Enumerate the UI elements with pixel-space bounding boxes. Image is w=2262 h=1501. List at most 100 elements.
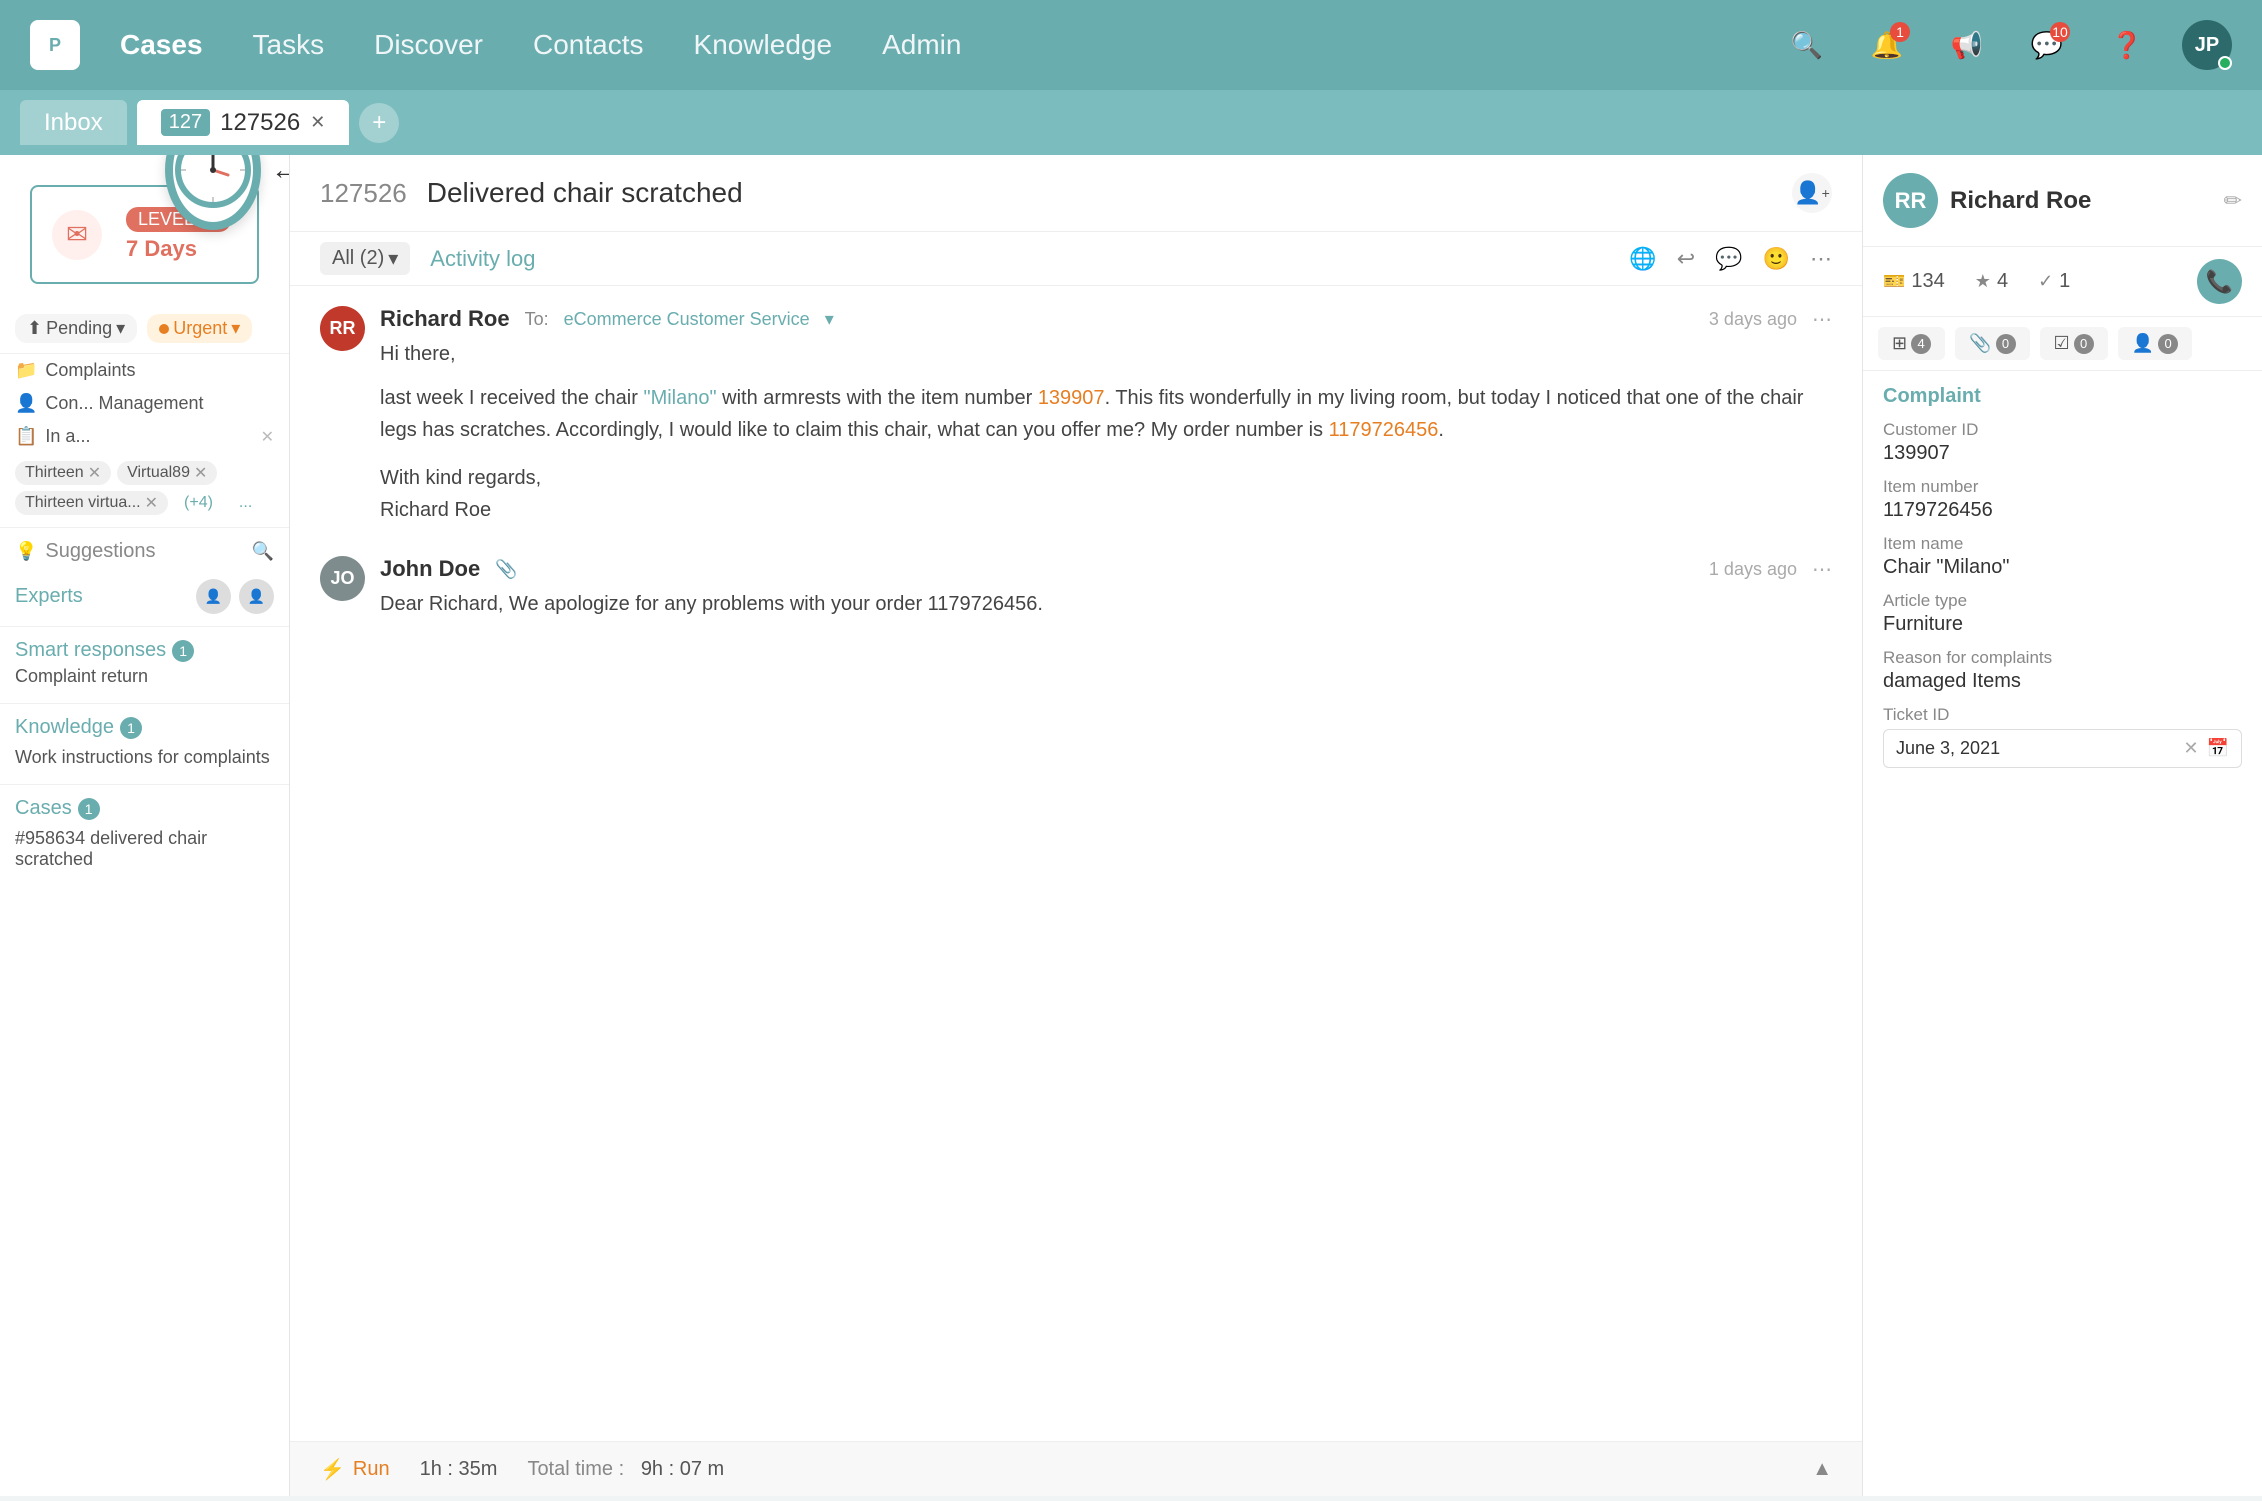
expert-avatar-1[interactable]: 👤 <box>196 579 231 614</box>
message-greeting: Hi there, <box>380 338 1832 370</box>
nav-item-admin[interactable]: Admin <box>882 29 961 61</box>
customer-id-value: 139907 <box>1883 442 2242 465</box>
help-button[interactable]: ❓ <box>2102 20 2152 70</box>
smart-response-item-1[interactable]: Complaint return <box>15 662 274 691</box>
ticket-calendar-icon[interactable]: 📅 <box>2207 738 2229 759</box>
nav-item-contacts[interactable]: Contacts <box>533 29 644 61</box>
rp-tab-tasks[interactable]: ☑ 0 <box>2040 327 2108 360</box>
suggestions-search-icon[interactable]: 🔍 <box>252 541 274 562</box>
filter-pending[interactable]: ⬆ Pending ▾ <box>15 314 137 343</box>
nav-item-tasks[interactable]: Tasks <box>253 29 325 61</box>
user-avatar[interactable]: JP <box>2182 20 2232 70</box>
reason-label: Reason for complaints <box>1883 648 2242 668</box>
rp-tab-attachments[interactable]: 📎 0 <box>1955 327 2029 360</box>
smile-icon[interactable]: 🙂 <box>1763 246 1790 272</box>
filter-pending-icon: ⬆ <box>27 318 42 339</box>
comment-icon[interactable]: 💬 <box>1715 246 1742 272</box>
smart-responses-text: Smart responses <box>15 639 166 662</box>
tag-remove-icon[interactable]: ✕ <box>88 463 101 483</box>
contacts-badge: 0 <box>2158 334 2178 354</box>
assign-button[interactable]: 👤+ <box>1792 173 1832 213</box>
message-signature: With kind regards,Richard Roe <box>380 462 1832 526</box>
tag-virtual89-label: Virtual89 <box>127 464 190 482</box>
message-time-1: 3 days ago <box>1709 309 1797 330</box>
ticket-id-input[interactable]: June 3, 2021 ✕ 📅 <box>1883 729 2242 768</box>
field-customer-id: Customer ID 139907 <box>1863 414 2262 471</box>
message-preview-2: Dear Richard, We apologize for any probl… <box>380 588 1832 620</box>
reply-icon[interactable]: ↩ <box>1677 246 1695 272</box>
knowledge-item-1[interactable]: Work instructions for complaints <box>15 743 274 772</box>
nav-item-discover[interactable]: Discover <box>374 29 483 61</box>
cases-badge: 1 <box>78 798 100 820</box>
folder-con-label: Con... Management <box>45 393 203 414</box>
activity-bar: All (2) ▾ Activity log 🌐 ↩ 💬 🙂 ⋯ <box>290 232 1862 286</box>
message-text-1: last week I received the chair "Milano" … <box>380 382 1832 446</box>
folder-complaints[interactable]: 📁 Complaints <box>0 354 289 387</box>
tag-remove-icon-3[interactable]: ✕ <box>145 493 158 513</box>
notification-badge: 1 <box>1890 22 1910 42</box>
translate-icon[interactable]: 🌐 <box>1629 246 1656 272</box>
tag-thirteen-label: Thirteen <box>25 464 84 482</box>
message-service-1[interactable]: eCommerce Customer Service <box>564 309 810 330</box>
nav-item-cases[interactable]: Cases <box>120 29 203 61</box>
tags-row: Thirteen ✕ Virtual89 ✕ Thirteen virtua..… <box>0 453 289 523</box>
experts-label: Experts <box>15 585 188 608</box>
message-header-2: John Doe 📎 1 days ago ⋯ <box>380 556 1832 582</box>
chat-button[interactable]: 💬 10 <box>2022 20 2072 70</box>
notifications-button[interactable]: 🔔 1 <box>1862 20 1912 70</box>
rp-tab-contacts[interactable]: 👤 0 <box>2118 327 2192 360</box>
expert-avatar-2[interactable]: 👤 <box>239 579 274 614</box>
item-number-label: Item number <box>1883 477 2242 497</box>
filter-urgent[interactable]: Urgent ▾ <box>147 314 252 343</box>
contact-avatar: RR <box>1883 173 1938 228</box>
grid-tab-badge: 4 <box>1911 334 1931 354</box>
tab-add-button[interactable]: + <box>359 103 399 143</box>
contact-name: Richard Roe <box>1950 187 2212 215</box>
edit-icon[interactable]: ✏ <box>2224 188 2242 214</box>
case-header-actions: 👤+ <box>1792 173 1832 213</box>
message-avatar-jo: JO <box>320 556 365 601</box>
smart-responses-section: Smart responses 1 Complaint return <box>0 631 289 699</box>
folder-in-a[interactable]: 📋 In a... ✕ <box>0 420 289 453</box>
filter-urgent-label: Urgent <box>173 318 227 339</box>
rp-tab-grid[interactable]: ⊞ 4 <box>1878 327 1945 360</box>
total-value: 9h : 07 m <box>641 1458 724 1480</box>
run-icon: ⚡ <box>320 1457 345 1482</box>
message-avatar-rr: RR <box>320 306 365 351</box>
item-number-value: 1179726456 <box>1883 499 2242 522</box>
message-more-icon-2[interactable]: ⋯ <box>1812 557 1832 582</box>
tasks-badge: 0 <box>2074 334 2094 354</box>
search-button[interactable]: 🔍 <box>1782 20 1832 70</box>
cases-label: Cases 1 <box>15 797 274 820</box>
message-more-icon-1[interactable]: ⋯ <box>1812 307 1832 332</box>
tab-inbox[interactable]: Inbox <box>20 100 127 145</box>
ticket-clear-icon[interactable]: ✕ <box>2183 738 2198 759</box>
activity-filter[interactable]: All (2) ▾ <box>320 242 410 275</box>
tag-remove-icon-2[interactable]: ✕ <box>194 463 207 483</box>
tag-ellipsis[interactable]: ... <box>229 491 262 515</box>
tab-case-127526[interactable]: 127 127526 ✕ <box>137 100 350 145</box>
rp-stats: 🎫 134 ★ 4 ✓ 1 📞 <box>1863 247 2262 317</box>
clipboard-icon: 📋 <box>15 426 37 447</box>
run-button[interactable]: ⚡ Run <box>320 1457 390 1482</box>
timer-total: Total time : 9h : 07 m <box>527 1458 724 1481</box>
case-item-1[interactable]: #958634 delivered chair scratched <box>15 824 274 874</box>
call-button[interactable]: 📞 <box>2197 259 2242 304</box>
tag-more[interactable]: (+4) <box>174 491 223 515</box>
knowledge-label: Knowledge 1 <box>15 716 274 739</box>
main-layout: ✉ LEVEL - 3 7 Days <box>0 155 2262 1496</box>
tab-close-icon[interactable]: ✕ <box>310 112 325 133</box>
folder-contact-management[interactable]: 👤 Con... Management <box>0 387 289 420</box>
stat-tickets: 🎫 134 <box>1883 259 1945 304</box>
folder-close-icon[interactable]: ✕ <box>261 427 274 447</box>
item-name-highlight: "Milano" <box>643 387 716 409</box>
announcements-button[interactable]: 📢 <box>1942 20 1992 70</box>
more-icon[interactable]: ⋯ <box>1810 246 1832 272</box>
stat-check: ✓ 1 <box>2038 259 2070 304</box>
service-dropdown-icon[interactable]: ▾ <box>825 309 834 330</box>
timer-expand-icon[interactable]: ▲ <box>1812 1458 1832 1481</box>
lightbulb-icon: 💡 <box>15 541 37 562</box>
tab-inbox-label: Inbox <box>44 109 103 137</box>
nav-item-knowledge[interactable]: Knowledge <box>694 29 833 61</box>
divider-2 <box>0 626 289 627</box>
